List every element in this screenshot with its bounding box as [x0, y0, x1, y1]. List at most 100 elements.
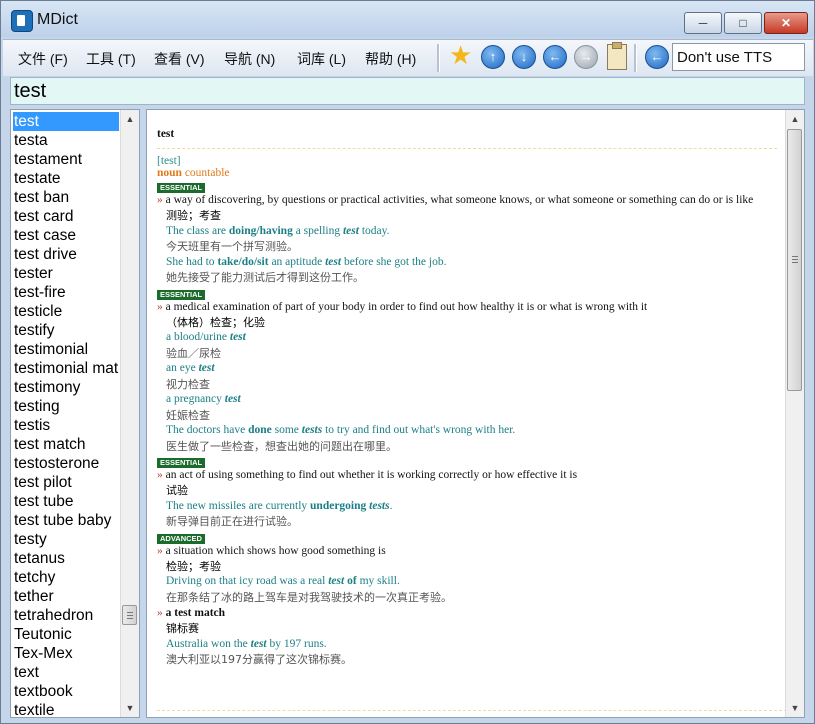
definition-pane: test [test] noun countable ESSENTIAL» a … [146, 109, 805, 718]
arrow-up-icon[interactable]: ↑ [481, 45, 505, 69]
word-list-item[interactable]: tether [13, 587, 119, 606]
word-list-item[interactable]: testosterone [13, 454, 119, 473]
word-list-item[interactable]: testimonial [13, 340, 119, 359]
word-list-item[interactable]: textile [13, 701, 119, 717]
mdict-app-icon [11, 10, 33, 32]
word-list-item[interactable]: test ban [13, 188, 119, 207]
example-translation: 她先接受了能力测试后才得到这份工作。 [166, 271, 364, 284]
level-badge: ESSENTIAL [157, 458, 206, 468]
level-badge: ESSENTIAL [157, 183, 206, 193]
word-list-item[interactable]: test pilot [13, 473, 119, 492]
title-bar[interactable]: MDict ─ □ ✕ [1, 1, 814, 37]
tts-select[interactable]: Don't use TTS [672, 43, 805, 71]
minimize-button[interactable]: ─ [684, 12, 722, 34]
scroll-up-icon[interactable]: ▲ [121, 110, 139, 128]
word-list-item[interactable]: Tex-Mex [13, 644, 119, 663]
scroll-down-icon[interactable]: ▼ [786, 699, 804, 717]
word-list-item[interactable]: testimony [13, 378, 119, 397]
word-list-item[interactable]: testis [13, 416, 119, 435]
sense: ESSENTIAL» a medical examination of part… [157, 287, 777, 455]
example-translation: 今天班里有一个拼写测验。 [166, 240, 298, 253]
part-of-speech: noun countable [157, 167, 777, 179]
word-list-item[interactable]: testate [13, 169, 119, 188]
menu-file[interactable]: 文件 (F) [18, 49, 68, 69]
arrow-down-icon[interactable]: ↓ [512, 45, 536, 69]
word-list-item[interactable]: textbook [13, 682, 119, 701]
scroll-thumb[interactable] [122, 605, 137, 625]
definition-scrollbar[interactable]: ▲ ▼ [785, 110, 804, 717]
word-list-item[interactable]: test [13, 112, 119, 131]
word-list-item[interactable]: tester [13, 264, 119, 283]
example-translation: 验血／尿检 [166, 346, 221, 360]
definition-text: a way of discovering, by questions or pr… [165, 194, 754, 206]
example-sentence: The class are doing/having a spelling te… [157, 224, 777, 240]
word-list-item[interactable]: test case [13, 226, 119, 245]
search-input[interactable] [14, 80, 794, 102]
example-text: . [389, 499, 393, 512]
maximize-button[interactable]: □ [724, 12, 762, 34]
sense-marker-icon: » [157, 194, 166, 206]
scroll-down-icon[interactable]: ▼ [121, 699, 139, 717]
menu-help[interactable]: 帮助 (H) [365, 49, 416, 69]
example-highlight: tests [369, 499, 390, 512]
example-text: an eye [166, 362, 199, 374]
example-text: before she got the job. [341, 255, 447, 268]
toolbar-separator [437, 44, 440, 72]
word-list-item[interactable]: testy [13, 530, 119, 549]
sense: » a test match 锦标赛 Australia won the test … [157, 606, 777, 668]
word-list-item[interactable]: tetchy [13, 568, 119, 587]
example-sentence: Driving on that icy road was a real test… [157, 574, 777, 590]
example-translation: 澳大利亚以197分赢得了这次锦标赛。 [166, 653, 352, 666]
word-list-item[interactable]: test tube baby [13, 511, 119, 530]
example-highlight: done [248, 424, 272, 436]
word-list-item[interactable]: test card [13, 207, 119, 226]
sense: ADVANCED» a situation which shows how go… [157, 531, 777, 606]
example-text: my skill. [356, 575, 400, 587]
example-translation: 新导弹目前正在进行试验。 [166, 515, 298, 528]
maximize-icon: □ [739, 16, 747, 30]
minimize-icon: ─ [698, 16, 708, 30]
sense: ESSENTIAL» a way of discovering, by ques… [157, 180, 777, 286]
menu-navigate[interactable]: 导航 (N) [224, 49, 275, 69]
arrow-left-icon[interactable]: ← [543, 45, 567, 69]
definition-text: an act of using something to find out wh… [165, 469, 578, 481]
word-list-item[interactable]: testimonial match [13, 359, 119, 378]
arrow-right-icon[interactable]: → [574, 45, 598, 69]
word-list-item[interactable]: testicle [13, 302, 119, 321]
clipboard-icon[interactable] [607, 42, 627, 70]
level-badge: ESSENTIAL [157, 289, 206, 300]
word-list-item[interactable]: test tube [13, 492, 119, 511]
word-list-scrollbar[interactable]: ▲ ▼ [120, 110, 139, 717]
scroll-thumb[interactable] [787, 129, 802, 391]
level-badge: ADVANCED [157, 533, 205, 544]
star-icon[interactable]: ★ [449, 41, 472, 69]
word-list-item[interactable]: test drive [13, 245, 119, 264]
word-list-item[interactable]: test match [13, 435, 119, 454]
definition-text: a medical examination of part of your bo… [165, 300, 648, 313]
word-list-item[interactable]: tetanus [13, 549, 119, 568]
grammar-label: countable [184, 167, 230, 179]
scroll-up-icon[interactable]: ▲ [786, 110, 804, 128]
translation: 测验；考查 [166, 209, 221, 222]
example-translation: 视力检查 [166, 377, 210, 391]
word-list-item[interactable]: tetrahedron [13, 606, 119, 625]
example-highlight: tests [301, 424, 323, 436]
speaker-back-icon[interactable]: ← [645, 45, 669, 69]
example-sentence: Australia won the test by 197 runs. [157, 637, 777, 653]
sense-definition: » a way of discovering, by questions or … [157, 193, 777, 208]
menu-library[interactable]: 词库 (L) [297, 49, 346, 69]
word-list-item[interactable]: testing [13, 397, 119, 416]
translation: 锦标赛 [166, 622, 199, 635]
example-text: by 197 runs. [266, 637, 327, 650]
menu-view[interactable]: 查看 (V) [154, 49, 205, 69]
word-list-item[interactable]: testa [13, 131, 119, 150]
word-list-item[interactable]: test-fire [13, 283, 119, 302]
definition-text: a test match [165, 607, 226, 619]
word-list-item[interactable]: Teutonic [13, 625, 119, 644]
close-button[interactable]: ✕ [764, 12, 808, 34]
word-list-item[interactable]: text [13, 663, 119, 682]
word-list-item[interactable]: testify [13, 321, 119, 340]
word-list-item[interactable]: testament [13, 150, 119, 169]
menu-tools[interactable]: 工具 (T) [86, 49, 136, 69]
example-text: She had to [166, 255, 218, 268]
